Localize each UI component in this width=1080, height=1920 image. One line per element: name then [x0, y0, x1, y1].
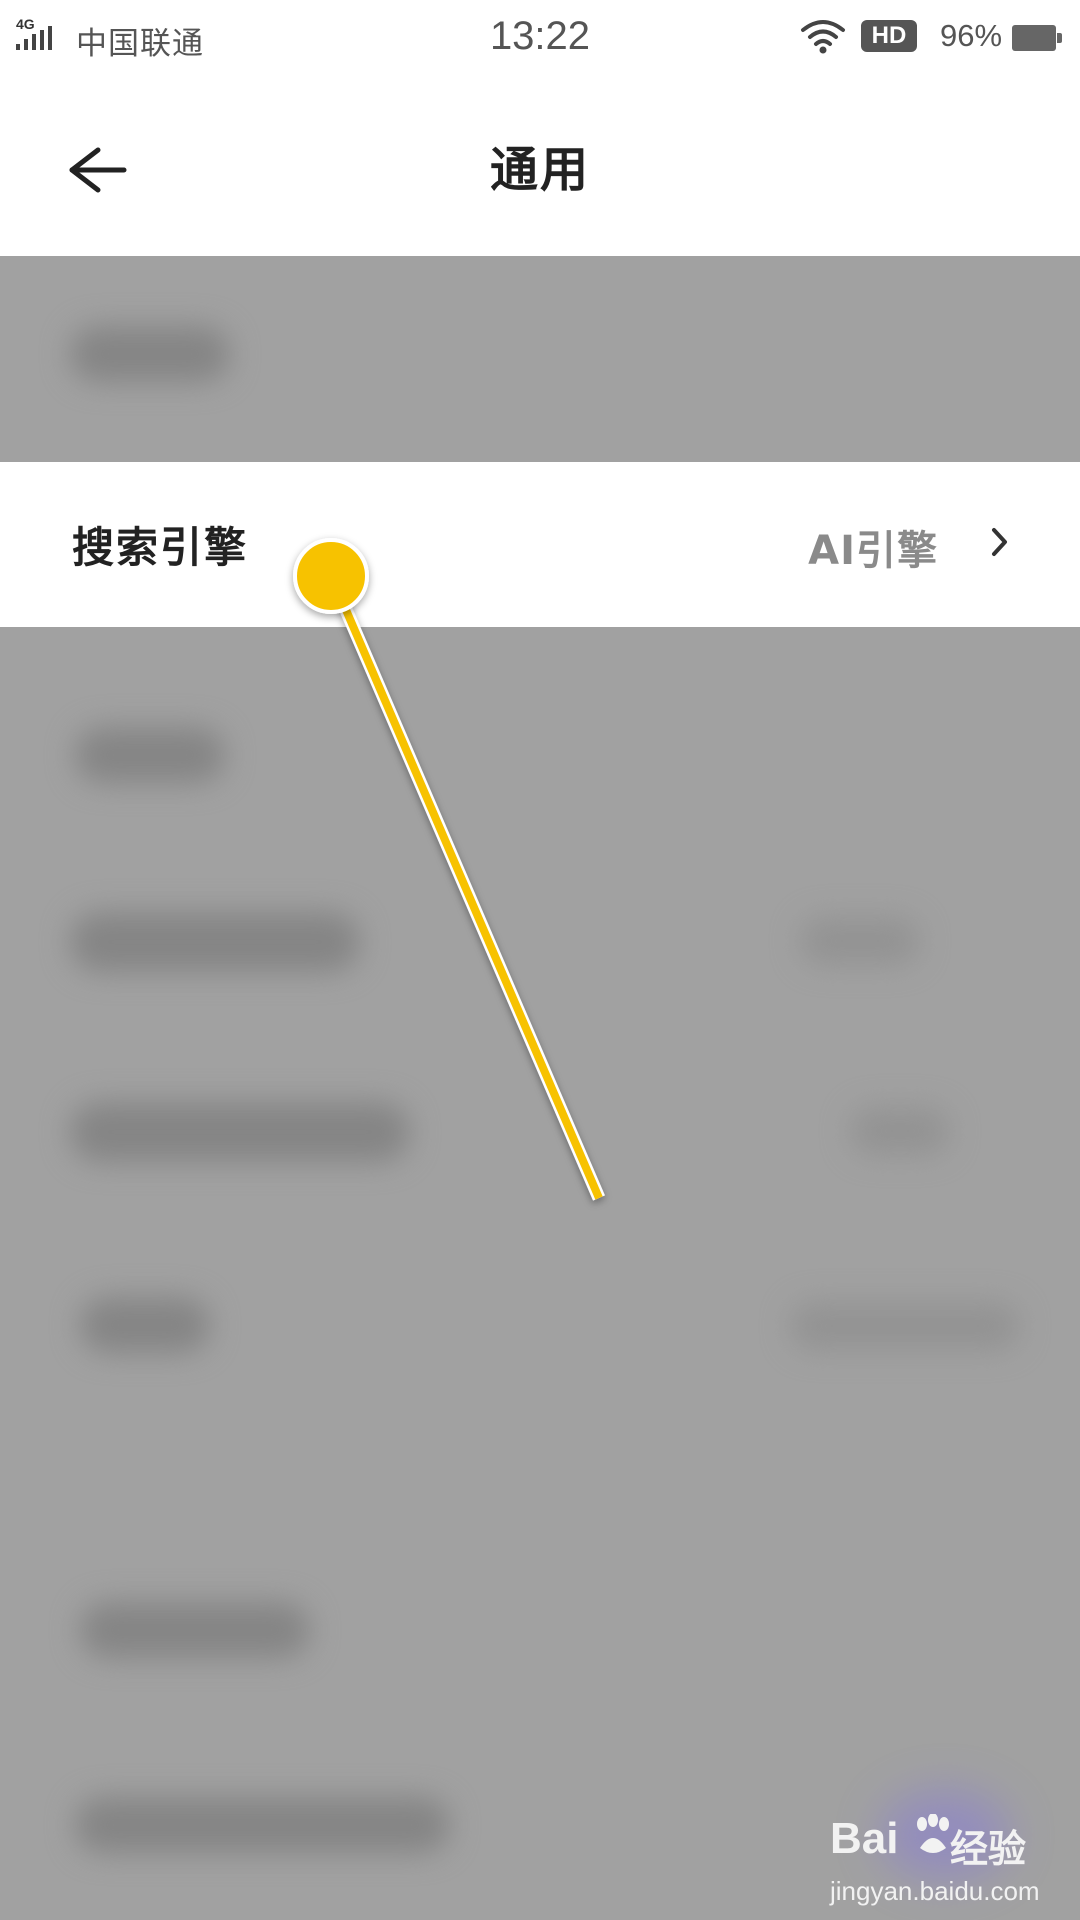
status-bar: 4G 中国联通 13:22 HD 96% — [0, 0, 1080, 78]
blurred-setting-value — [790, 1302, 1020, 1350]
dimmed-settings-list — [0, 627, 1080, 1920]
battery-body — [1012, 25, 1056, 51]
blurred-setting-label — [80, 1297, 210, 1353]
dimmed-setting-area — [0, 256, 1080, 462]
page-title: 通用 — [489, 142, 590, 198]
hd-badge: HD — [861, 20, 917, 52]
search-engine-row[interactable]: 搜索引擎 AI引擎 — [0, 462, 1080, 627]
blurred-setting-label — [70, 912, 360, 972]
battery-icon — [1012, 25, 1062, 51]
wifi-icon — [801, 20, 845, 54]
search-engine-label: 搜索引擎 — [72, 523, 249, 572]
chevron-right-icon — [992, 528, 1007, 556]
baidu-jingyan-watermark: Bai 经验 jingyan.baidu.com — [820, 1790, 1060, 1910]
paw-icon — [917, 1814, 949, 1853]
blurred-setting-label — [70, 326, 230, 382]
status-time: 13:22 — [489, 14, 591, 58]
blurred-setting-label — [70, 1102, 410, 1162]
blurred-setting-label — [75, 1797, 450, 1853]
battery-percent: 96% — [940, 18, 1003, 53]
screen: 4G 中国联通 13:22 HD 96% 通用 搜索引擎 AI引擎 Bai 经验… — [0, 0, 1080, 1920]
blurred-setting-value — [800, 917, 920, 965]
blurred-setting-label — [80, 1602, 310, 1658]
blurred-setting-value — [850, 1107, 950, 1155]
battery-tip — [1057, 33, 1062, 43]
watermark-domain: jingyan.baidu.com — [830, 1876, 1040, 1906]
search-engine-value: AI引擎 — [808, 528, 938, 574]
blurred-setting-label — [75, 727, 225, 783]
watermark-brand: Bai — [830, 1814, 899, 1863]
watermark-brand-cn: 经验 — [950, 1827, 1027, 1871]
app-header: 通用 — [0, 78, 1080, 256]
